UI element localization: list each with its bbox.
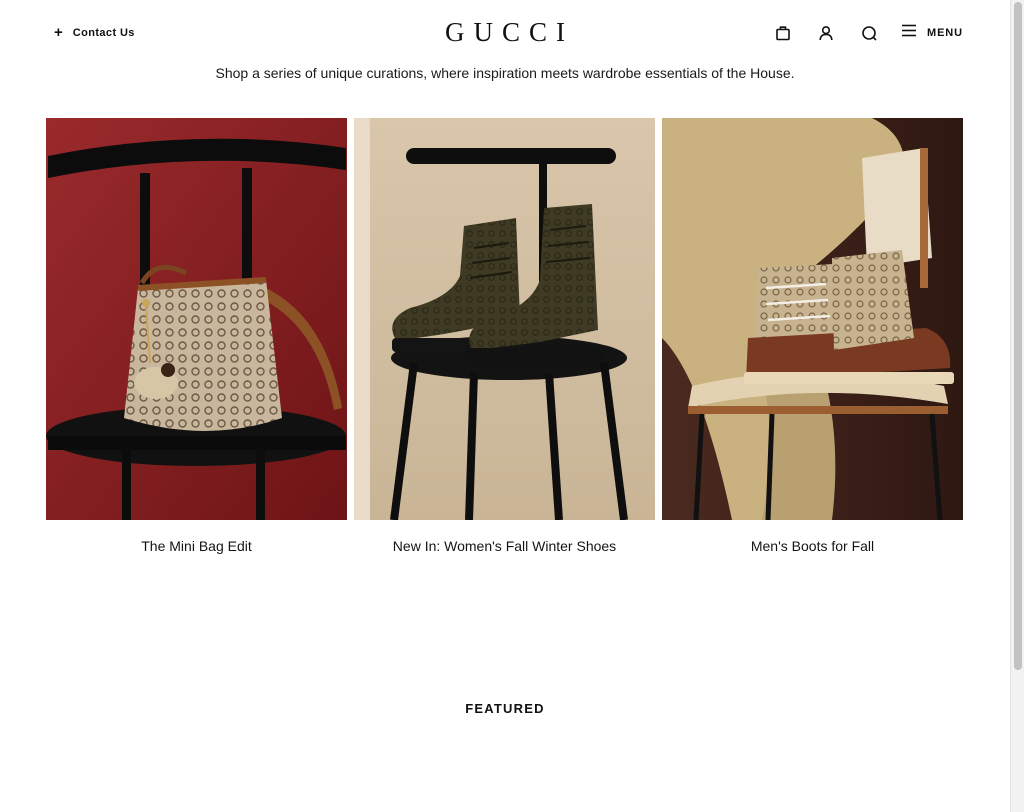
curation-card-title: Men's Boots for Fall (750, 538, 875, 554)
header-actions: MENU (772, 22, 963, 44)
hamburger-menu-icon (901, 24, 917, 42)
scrollbar-thumb[interactable] (1014, 2, 1022, 670)
curation-card-title: New In: Women's Fall Winter Shoes (392, 538, 617, 554)
shopping-bag-icon[interactable] (772, 22, 794, 44)
curation-card-mens-boots[interactable]: Men's Boots for Fall (662, 118, 963, 555)
mens-boots-on-chair-image (662, 118, 963, 520)
site-header: + Contact Us GUCCI MENU (0, 0, 1010, 66)
menu-label: MENU (927, 27, 963, 39)
page-scrollbar[interactable] (1010, 0, 1024, 812)
curations-intro-text: Shop a series of unique curations, where… (215, 65, 795, 81)
account-icon[interactable] (815, 22, 837, 44)
curation-card-womens-shoes[interactable]: New In: Women's Fall Winter Shoes (354, 118, 655, 555)
search-icon[interactable] (858, 22, 880, 44)
curation-card-title: The Mini Bag Edit (141, 538, 252, 554)
curation-card-mini-bag[interactable]: The Mini Bag Edit (46, 118, 347, 555)
mini-bag-on-chair-image (46, 118, 347, 520)
menu-button[interactable]: MENU (901, 24, 963, 42)
curations-grid: The Mini Bag Edit New In: Women's Fall W… (46, 118, 963, 555)
womens-boots-on-stool-image (354, 118, 655, 520)
featured-section-heading: FEATURED (465, 701, 545, 716)
